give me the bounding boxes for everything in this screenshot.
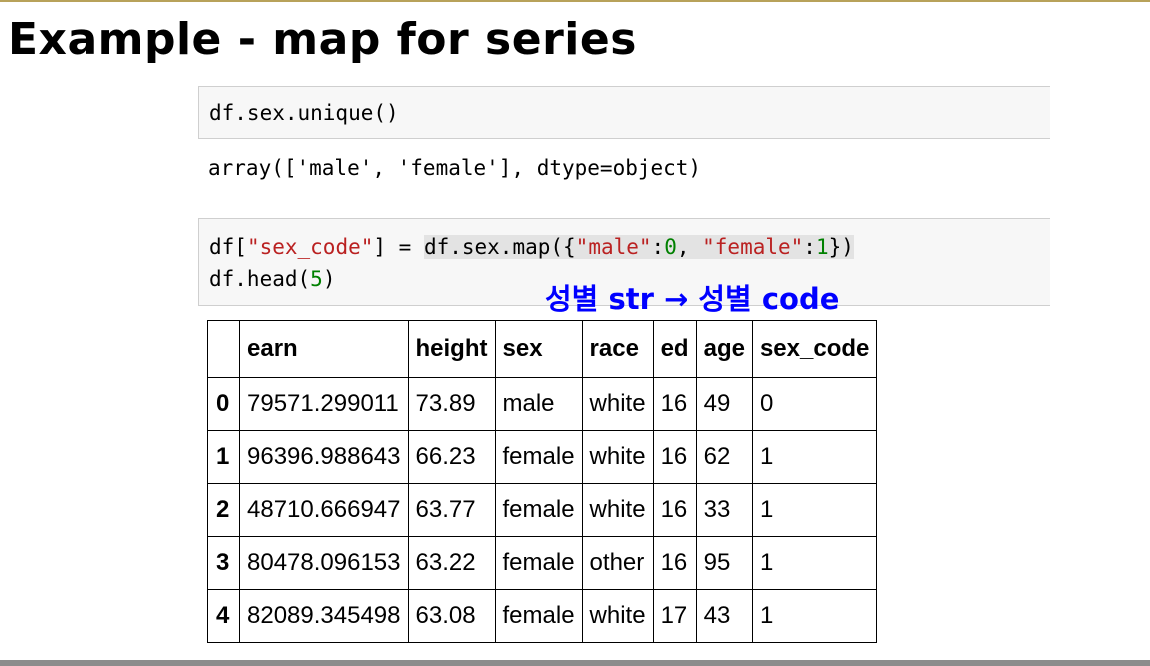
column-header: age	[695, 320, 753, 378]
annotation-label: 성별 str → 성별 code	[545, 282, 840, 316]
number-token: 5	[310, 267, 323, 291]
table-cell: white	[581, 430, 654, 484]
dataframe-table: earn height sex race ed age sex_code 0 7…	[207, 320, 878, 643]
table-cell: 43	[695, 589, 753, 643]
row-index: 2	[207, 483, 240, 537]
table-cell: 63.77	[407, 483, 496, 537]
table-cell: 17	[652, 589, 697, 643]
row-index: 3	[207, 536, 240, 590]
number-token: 1	[815, 235, 829, 259]
code-token: })	[828, 235, 854, 259]
code-token: df.head(	[209, 267, 311, 291]
row-index: 4	[207, 589, 240, 643]
table-cell: 16	[652, 483, 697, 537]
row-index: 0	[207, 377, 240, 431]
bottom-rule	[0, 660, 1150, 666]
table-cell: 48710.666947	[239, 483, 409, 537]
table-cell: 62	[695, 430, 753, 484]
highlighted-code: df.sex.map({"male":0, "female":1})	[423, 235, 854, 259]
table-cell: 63.22	[407, 536, 496, 590]
row-index: 1	[207, 430, 240, 484]
code-token: df.sex.map({	[423, 235, 576, 259]
table-cell: white	[581, 377, 654, 431]
code-token: :	[651, 235, 665, 259]
table-cell: 0	[751, 377, 878, 431]
table-cell: 63.08	[407, 589, 496, 643]
table-cell: 49	[695, 377, 753, 431]
table-cell: female	[494, 589, 583, 643]
table-cell: 1	[751, 536, 878, 590]
table-cell: 82089.345498	[239, 589, 409, 643]
column-header: sex	[494, 320, 583, 378]
table-cell: female	[494, 430, 583, 484]
number-token: 0	[664, 235, 677, 259]
table-cell: 79571.299011	[239, 377, 409, 431]
table-row: 2 48710.666947 63.77 female white 16 33 …	[207, 483, 878, 537]
table-header-row: earn height sex race ed age sex_code	[207, 320, 878, 378]
table-row: 0 79571.299011 73.89 male white 16 49 0	[207, 377, 878, 431]
table-cell: 1	[751, 430, 878, 484]
code-cell-unique[interactable]: df.sex.unique()	[198, 86, 1050, 139]
table-cell: white	[581, 589, 654, 643]
table-cell: white	[581, 483, 654, 537]
table-cell: 80478.096153	[239, 536, 409, 590]
code-token: ,	[676, 235, 703, 259]
code-token: :	[803, 235, 816, 259]
code-line: df.sex.unique()	[209, 101, 399, 125]
table-cell: 16	[652, 536, 697, 590]
column-header: ed	[652, 320, 697, 378]
column-header	[207, 320, 240, 378]
table-cell: other	[581, 536, 654, 590]
table-row: 1 96396.988643 66.23 female white 16 62 …	[207, 430, 878, 484]
column-header: earn	[239, 320, 409, 378]
table-cell: male	[494, 377, 583, 431]
code-token: df[	[209, 235, 247, 259]
column-header: sex_code	[751, 320, 878, 378]
slide-title: Example - map for series	[8, 14, 637, 65]
table-cell: 16	[652, 377, 697, 431]
table-cell: female	[494, 536, 583, 590]
cell-output: array(['male', 'female'], dtype=object)	[208, 156, 702, 180]
top-rule	[0, 0, 1150, 2]
string-token: "male"	[575, 235, 652, 259]
table-cell: 66.23	[407, 430, 496, 484]
table-cell: 33	[695, 483, 753, 537]
table-cell: 16	[652, 430, 697, 484]
table-cell: 1	[751, 483, 878, 537]
string-token: "sex_code"	[246, 235, 374, 259]
table-cell: 1	[751, 589, 878, 643]
table-cell: 73.89	[407, 377, 496, 431]
table-cell: 96396.988643	[239, 430, 409, 484]
column-header: height	[407, 320, 496, 378]
table-row: 4 82089.345498 63.08 female white 17 43 …	[207, 589, 878, 643]
table-cell: 95	[695, 536, 753, 590]
code-token: )	[322, 267, 336, 291]
code-line-head: df.head(5)	[209, 267, 335, 291]
table-row: 3 80478.096153 63.22 female other 16 95 …	[207, 536, 878, 590]
code-token: ] =	[373, 235, 424, 259]
string-token: "female"	[702, 235, 804, 259]
table-cell: female	[494, 483, 583, 537]
code-line-map: df["sex_code"] = df.sex.map({"male":0, "…	[209, 235, 854, 259]
column-header: race	[581, 320, 654, 378]
